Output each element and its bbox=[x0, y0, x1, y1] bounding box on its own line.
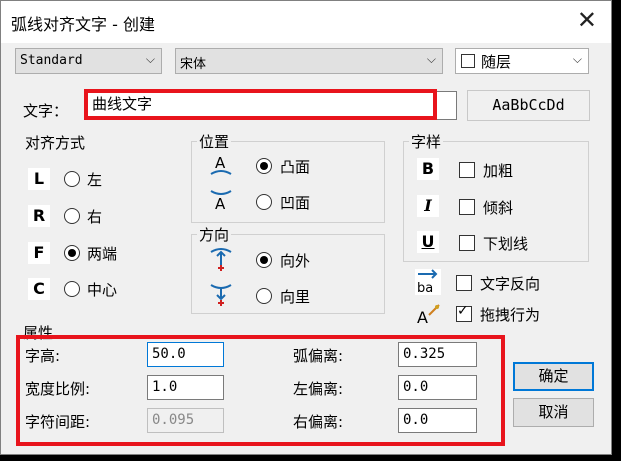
underline-icon: U bbox=[417, 231, 439, 253]
svg-text:A: A bbox=[215, 195, 226, 213]
convex-radio[interactable] bbox=[256, 158, 272, 174]
italic-label: 倾斜 bbox=[483, 199, 514, 217]
chevron-down-icon: ⌵ bbox=[145, 52, 155, 66]
reverse-text-icon: ba bbox=[415, 269, 441, 296]
inward-radio[interactable] bbox=[256, 288, 272, 304]
align-right-radio[interactable] bbox=[64, 208, 80, 224]
layer-label: 随层 bbox=[481, 53, 512, 71]
drag-behavior-label: 拖拽行为 bbox=[480, 306, 541, 324]
title-bar: 弧线对齐文字 - 创建 ✕ bbox=[1, 1, 611, 43]
dialog-window: 弧线对齐文字 - 创建 ✕ Standard ⌵ 宋体 ⌵ 随层 ⌵ 文字： 曲… bbox=[0, 0, 612, 455]
italic-checkbox[interactable] bbox=[459, 199, 475, 215]
chevron-down-icon: ⌵ bbox=[426, 52, 436, 66]
svg-text:A: A bbox=[417, 308, 428, 327]
outward-radio[interactable] bbox=[256, 252, 272, 268]
font-select-value: 宋体 bbox=[180, 57, 207, 72]
italic-icon: I bbox=[417, 195, 439, 217]
concave-icon: A bbox=[209, 187, 233, 213]
style-select-value: Standard bbox=[20, 53, 83, 68]
align-left-icon: L bbox=[28, 168, 50, 190]
layer-select[interactable]: 随层 ⌵ bbox=[455, 48, 589, 74]
ok-button[interactable]: 确定 bbox=[513, 362, 594, 391]
chevron-down-icon: ⌵ bbox=[572, 52, 582, 66]
align-right-label: 右 bbox=[87, 208, 103, 226]
drag-behavior-icon: A bbox=[415, 301, 441, 327]
properties-highlight-box bbox=[16, 335, 505, 446]
underline-checkbox[interactable] bbox=[459, 235, 475, 251]
svg-text:ba: ba bbox=[417, 281, 433, 295]
convex-icon: A bbox=[209, 152, 233, 178]
convex-label: 凸面 bbox=[280, 158, 311, 176]
align-center-icon: C bbox=[28, 278, 50, 300]
cancel-button[interactable]: 取消 bbox=[513, 398, 594, 427]
concave-radio[interactable] bbox=[256, 194, 272, 210]
inward-icon bbox=[209, 281, 233, 307]
align-center-radio[interactable] bbox=[64, 281, 80, 297]
outward-icon bbox=[209, 246, 233, 272]
underline-label: 下划线 bbox=[483, 235, 529, 253]
bold-checkbox[interactable] bbox=[459, 162, 475, 178]
align-fit-label: 两端 bbox=[87, 245, 118, 263]
bold-label: 加粗 bbox=[483, 162, 514, 180]
text-highlight-box bbox=[84, 89, 437, 120]
window-title: 弧线对齐文字 - 创建 bbox=[11, 15, 155, 34]
align-fit-icon: F bbox=[28, 242, 50, 264]
preview-box: AaBbCcDd bbox=[467, 90, 590, 121]
layer-checkbox[interactable] bbox=[461, 54, 475, 68]
font-style-group-title: 字样 bbox=[409, 131, 444, 152]
font-select[interactable]: 宋体 ⌵ bbox=[175, 48, 443, 74]
close-icon[interactable]: ✕ bbox=[577, 8, 597, 32]
outward-label: 向外 bbox=[280, 252, 311, 270]
style-select[interactable]: Standard ⌵ bbox=[15, 48, 162, 74]
align-center-label: 中心 bbox=[87, 281, 118, 299]
align-fit-radio[interactable] bbox=[64, 245, 80, 261]
align-left-label: 左 bbox=[87, 171, 103, 189]
bold-icon: B bbox=[417, 158, 439, 180]
text-label: 文字： bbox=[23, 102, 69, 120]
drag-behavior-checkbox[interactable] bbox=[456, 303, 472, 322]
align-group-title: 对齐方式 bbox=[25, 134, 86, 152]
align-right-icon: R bbox=[28, 205, 50, 227]
svg-text:A: A bbox=[215, 154, 226, 172]
reverse-text-checkbox[interactable] bbox=[456, 275, 472, 291]
inward-label: 向里 bbox=[280, 288, 311, 306]
position-group-title: 位置 bbox=[197, 131, 232, 152]
direction-group-title: 方向 bbox=[197, 224, 232, 245]
reverse-text-label: 文字反向 bbox=[480, 275, 541, 293]
concave-label: 凹面 bbox=[280, 194, 311, 212]
align-left-radio[interactable] bbox=[64, 171, 80, 187]
